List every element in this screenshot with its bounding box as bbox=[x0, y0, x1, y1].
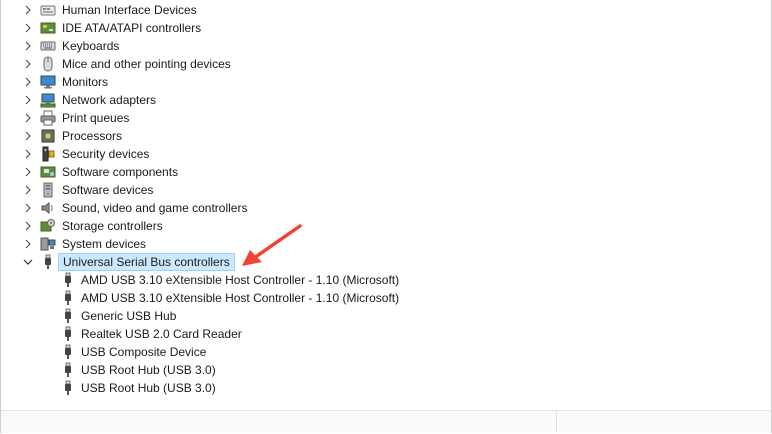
system-device-icon bbox=[40, 236, 56, 252]
device-tree[interactable]: Human Interface Devices IDE ATA/ATAPI co… bbox=[1, 1, 771, 397]
tree-item-print-queues[interactable]: Print queues bbox=[1, 109, 771, 127]
tree-item-software-devices[interactable]: Software devices bbox=[1, 181, 771, 199]
speaker-icon bbox=[40, 200, 56, 216]
tree-item-label: AMD USB 3.10 eXtensible Host Controller … bbox=[81, 273, 400, 287]
usb-icon bbox=[60, 308, 76, 324]
tree-item-label: Generic USB Hub bbox=[81, 309, 177, 323]
tree-item-label: IDE ATA/ATAPI controllers bbox=[62, 21, 202, 35]
tree-child-usb-device[interactable]: AMD USB 3.10 eXtensible Host Controller … bbox=[1, 271, 771, 289]
tree-item-security-devices[interactable]: Security devices bbox=[1, 145, 771, 163]
ide-controller-icon bbox=[40, 20, 56, 36]
security-device-icon bbox=[40, 146, 56, 162]
tree-item-label: System devices bbox=[62, 237, 147, 251]
monitor-icon bbox=[40, 74, 56, 90]
tree-child-usb-device[interactable]: USB Root Hub (USB 3.0) bbox=[1, 379, 771, 397]
tree-item-sound-video-game[interactable]: Sound, video and game controllers bbox=[1, 199, 771, 217]
tree-item-label: Mice and other pointing devices bbox=[62, 57, 231, 71]
tree-item-label: Universal Serial Bus controllers bbox=[58, 253, 235, 271]
chevron-right-icon[interactable] bbox=[22, 238, 34, 250]
tree-item-software-components[interactable]: Software components bbox=[1, 163, 771, 181]
tree-item-system-devices[interactable]: System devices bbox=[1, 235, 771, 253]
tree-item-label: Monitors bbox=[62, 75, 109, 89]
chevron-right-icon[interactable] bbox=[22, 112, 34, 124]
chevron-down-icon[interactable] bbox=[22, 256, 34, 268]
tree-item-processors[interactable]: Processors bbox=[1, 127, 771, 145]
human-interface-icon bbox=[40, 2, 56, 18]
scrollbar-divider bbox=[556, 410, 557, 432]
tree-item-label: Storage controllers bbox=[62, 219, 163, 233]
tree-child-usb-device[interactable]: USB Composite Device bbox=[1, 343, 771, 361]
tree-item-label: Sound, video and game controllers bbox=[62, 201, 248, 215]
tree-child-usb-device[interactable]: USB Root Hub (USB 3.0) bbox=[1, 361, 771, 379]
usb-icon bbox=[60, 326, 76, 342]
chevron-right-icon[interactable] bbox=[22, 94, 34, 106]
tree-item-label: Software devices bbox=[62, 183, 154, 197]
tree-child-usb-device[interactable]: Realtek USB 2.0 Card Reader bbox=[1, 325, 771, 343]
device-manager-tree-pane: Human Interface Devices IDE ATA/ATAPI co… bbox=[0, 0, 772, 433]
chevron-right-icon[interactable] bbox=[22, 166, 34, 178]
network-adapter-icon bbox=[40, 92, 56, 108]
usb-icon bbox=[60, 380, 76, 396]
tree-item-monitors[interactable]: Monitors bbox=[1, 73, 771, 91]
chevron-right-icon[interactable] bbox=[22, 58, 34, 70]
usb-icon bbox=[60, 290, 76, 306]
tree-child-usb-device[interactable]: AMD USB 3.10 eXtensible Host Controller … bbox=[1, 289, 771, 307]
horizontal-scrollbar[interactable] bbox=[1, 410, 771, 433]
storage-controller-icon bbox=[40, 218, 56, 234]
printer-icon bbox=[40, 110, 56, 126]
tree-item-human-interface-devices[interactable]: Human Interface Devices bbox=[1, 1, 771, 19]
tree-item-label: USB Composite Device bbox=[81, 345, 207, 359]
chevron-right-icon[interactable] bbox=[22, 184, 34, 196]
software-device-icon bbox=[40, 182, 56, 198]
keyboard-icon bbox=[40, 38, 56, 54]
tree-item-usb-controllers[interactable]: Universal Serial Bus controllers bbox=[1, 253, 771, 271]
chevron-right-icon[interactable] bbox=[22, 130, 34, 142]
tree-item-label: USB Root Hub (USB 3.0) bbox=[81, 363, 216, 377]
tree-child-usb-device[interactable]: Generic USB Hub bbox=[1, 307, 771, 325]
tree-item-label: AMD USB 3.10 eXtensible Host Controller … bbox=[81, 291, 400, 305]
chevron-right-icon[interactable] bbox=[22, 76, 34, 88]
processor-icon bbox=[40, 128, 56, 144]
tree-item-label: Keyboards bbox=[62, 39, 120, 53]
annotation-arrow-icon bbox=[242, 224, 302, 266]
tree-item-label: Human Interface Devices bbox=[62, 3, 197, 17]
tree-item-network-adapters[interactable]: Network adapters bbox=[1, 91, 771, 109]
chevron-right-icon[interactable] bbox=[22, 220, 34, 232]
tree-item-label: Realtek USB 2.0 Card Reader bbox=[81, 327, 242, 341]
tree-item-storage-controllers[interactable]: Storage controllers bbox=[1, 217, 771, 235]
tree-item-label: USB Root Hub (USB 3.0) bbox=[81, 381, 216, 395]
tree-item-ide-ata-atapi-controllers[interactable]: IDE ATA/ATAPI controllers bbox=[1, 19, 771, 37]
usb-icon bbox=[60, 362, 76, 378]
usb-icon bbox=[60, 272, 76, 288]
chevron-right-icon[interactable] bbox=[22, 202, 34, 214]
tree-item-keyboards[interactable]: Keyboards bbox=[1, 37, 771, 55]
chevron-right-icon[interactable] bbox=[22, 22, 34, 34]
chevron-right-icon[interactable] bbox=[22, 148, 34, 160]
chevron-right-icon[interactable] bbox=[22, 4, 34, 16]
tree-item-label: Security devices bbox=[62, 147, 150, 161]
tree-item-label: Network adapters bbox=[62, 93, 157, 107]
chevron-right-icon[interactable] bbox=[22, 40, 34, 52]
usb-icon bbox=[60, 344, 76, 360]
tree-item-label: Processors bbox=[62, 129, 123, 143]
tree-item-label: Print queues bbox=[62, 111, 130, 125]
tree-item-mice[interactable]: Mice and other pointing devices bbox=[1, 55, 771, 73]
tree-item-label: Software components bbox=[62, 165, 179, 179]
usb-icon bbox=[40, 254, 56, 270]
mouse-icon bbox=[40, 56, 56, 72]
software-component-icon bbox=[40, 164, 56, 180]
